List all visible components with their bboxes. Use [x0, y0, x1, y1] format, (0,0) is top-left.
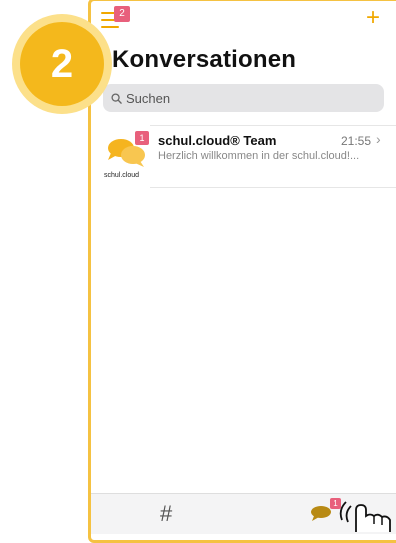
divider [150, 125, 396, 126]
conversation-name: schul.cloud® Team [158, 133, 277, 148]
conversation-preview: Herzlich willkommen in der schul.cloud!.… [158, 150, 360, 162]
phone-frame [88, 0, 396, 543]
search-icon [111, 92, 122, 104]
new-conversation-button[interactable]: + [366, 6, 380, 30]
conversation-time: 21:55 [341, 134, 372, 148]
step-marker: 2 [12, 14, 112, 114]
step-number: 2 [20, 22, 104, 106]
divider [150, 187, 396, 188]
pointing-hand-icon [339, 501, 391, 532]
unread-badge: 1 [135, 131, 149, 145]
menu-badge: 2 [114, 6, 130, 22]
page-title: Konversationen [112, 46, 297, 73]
logo-text: schul.cloud [104, 172, 139, 179]
search-placeholder: Suchen [126, 90, 171, 106]
search-input[interactable]: Suchen [103, 84, 384, 112]
chevron-right-icon: › [376, 131, 381, 147]
tab-channels[interactable]: # [160, 503, 172, 525]
